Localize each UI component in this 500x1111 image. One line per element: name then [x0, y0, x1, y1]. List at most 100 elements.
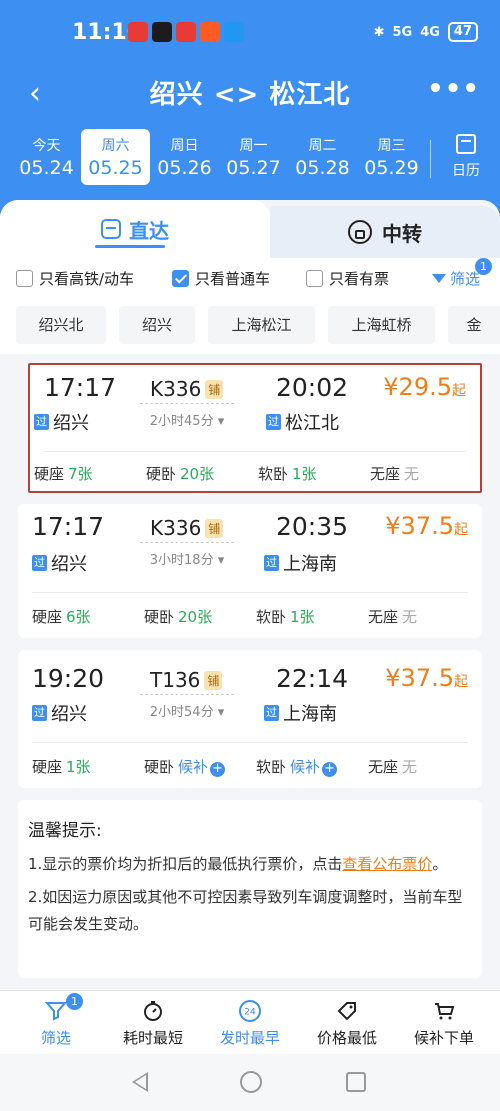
notice-line-1: 1.显示的票价均为折扣后的最低执行票价，点击查看公布票价。: [28, 851, 472, 878]
station-chip[interactable]: 绍兴: [119, 306, 195, 344]
date-item[interactable]: 周三 05.29: [357, 129, 426, 185]
waitlist-order-button[interactable]: 候补下单: [394, 999, 494, 1048]
departure-time: 17:17: [44, 373, 117, 402]
station-chip[interactable]: 绍兴北: [16, 306, 106, 344]
seat-type: 软卧: [258, 465, 289, 483]
from-station-name: 绍兴: [51, 704, 87, 725]
station-chip[interactable]: 金: [448, 306, 500, 344]
date-item-selected[interactable]: 周六 05.25: [81, 129, 150, 185]
system-home-icon[interactable]: [240, 1071, 262, 1093]
date-selector: 今天 05.24 周六 05.25 周日 05.26 周一 05.27 周二 0…: [12, 129, 426, 189]
add-waitlist-icon[interactable]: +: [322, 762, 338, 777]
date-item[interactable]: 周一 05.27: [219, 129, 288, 185]
seat-info: 硬座 7张: [34, 463, 93, 484]
train-card[interactable]: 17:17 K336 铺 2小时45分 ▾ 20:02 ¥29.5起 过绍兴 过松…: [28, 363, 482, 493]
filter-button[interactable]: 筛选 1: [431, 258, 492, 289]
station-chip[interactable]: 上海虹桥: [328, 306, 435, 344]
highspeed-only-checkbox[interactable]: 只看高铁/动车: [16, 268, 134, 289]
duration-text: 2小时45分: [149, 414, 214, 429]
bottom-filter-button[interactable]: 筛选 1: [6, 993, 106, 1048]
to-station-name: 松江北: [285, 413, 339, 434]
price-suffix: 起: [452, 383, 466, 399]
date-weekday: 今天: [32, 138, 61, 154]
departure-time: 17:17: [32, 512, 105, 541]
pass-tag: 过: [32, 705, 47, 721]
train-icon: [101, 219, 121, 239]
normal-only-checkbox[interactable]: 只看普通车: [172, 268, 270, 289]
bluetooth-icon: ✱: [373, 24, 385, 40]
train-card[interactable]: 17:17 K336 铺 3小时18分 ▾ 20:35 ¥37.5起 过绍兴 过上…: [18, 504, 482, 638]
waitlist-label: 候补: [290, 758, 321, 776]
price-suffix: 起: [454, 674, 468, 690]
duration: 3小时18分 ▾: [140, 542, 234, 568]
tab-direct[interactable]: 直达: [0, 200, 270, 258]
train-card[interactable]: 19:20 T136 铺 2小时54分 ▾ 22:14 ¥37.5起 过绍兴 过上…: [18, 650, 482, 788]
arrival-time: 22:14: [276, 664, 349, 693]
station-chip[interactable]: 上海松江: [208, 306, 315, 344]
sleeper-tag: 铺: [204, 671, 223, 690]
battery-icon: 47: [447, 22, 478, 42]
sort-shortest-label: 耗时最短: [122, 1029, 183, 1047]
date-item[interactable]: 今天 05.24: [12, 129, 81, 185]
system-recents-icon[interactable]: [346, 1072, 366, 1092]
seat-count: 无: [402, 758, 418, 776]
filter-badge: 1: [66, 993, 83, 1010]
app-icon: [224, 22, 244, 42]
seat-info[interactable]: 硬卧 候补 +: [144, 756, 226, 777]
seat-info: 硬卧 20张: [146, 463, 214, 484]
to-station-name: 上海南: [283, 704, 337, 725]
sort-earliest-label: 发时最早: [219, 1029, 280, 1047]
tab-transfer-label: 中转: [382, 221, 422, 246]
from-station-name: 绍兴: [51, 554, 87, 575]
seat-count: 20张: [178, 608, 213, 626]
main-panel: 直达 中转 只看高铁/动车 只看普通车 只看有票 筛选 1 绍兴北 绍兴 上海松…: [0, 200, 500, 990]
price-value: ¥37.5: [385, 664, 454, 692]
checkbox-label: 只看有票: [329, 270, 390, 288]
seat-info: 无座无: [370, 463, 419, 484]
seat-count: 1张: [290, 608, 315, 626]
weibo-icon: [128, 22, 148, 42]
notice-line-2: 2.如因运力原因或其他不可控因素导致列车调度调整时，当前车型可能会发生变动。: [28, 888, 463, 933]
divider: [44, 451, 466, 452]
date-weekday: 周三: [377, 138, 406, 154]
system-back-icon[interactable]: [132, 1072, 148, 1092]
price-value: ¥29.5: [383, 373, 452, 401]
duration-text: 3小时18分: [149, 553, 214, 568]
date-day: 05.24: [19, 157, 74, 179]
clock-24-icon: 24: [239, 1000, 261, 1022]
seat-type: 硬座: [32, 758, 63, 776]
train-number-text: K336: [150, 377, 202, 401]
calendar-button[interactable]: 日历: [446, 134, 486, 180]
seat-type: 无座: [368, 758, 399, 776]
sort-earliest-button[interactable]: 24 发时最早: [200, 999, 300, 1048]
seat-info: 软卧 1张: [258, 463, 317, 484]
date-day: 05.26: [157, 157, 212, 179]
seat-type: 硬卧: [144, 758, 175, 776]
price: ¥29.5起: [383, 373, 466, 401]
tab-direct-label: 直达: [129, 218, 169, 243]
funnel-icon: [431, 274, 446, 283]
sort-cheapest-button[interactable]: 价格最低: [297, 999, 397, 1048]
checkbox-icon: [306, 270, 323, 287]
sort-shortest-button[interactable]: 耗时最短: [103, 999, 203, 1048]
price-tag-icon: [337, 1002, 356, 1021]
seat-info: 无座无: [368, 606, 417, 627]
station-chips: 绍兴北 绍兴 上海松江 上海虹桥 金: [0, 302, 500, 354]
date-day: 05.29: [364, 157, 419, 179]
seat-count: 1张: [292, 465, 317, 483]
tab-transfer[interactable]: 中转: [270, 206, 500, 258]
more-dots-icon[interactable]: •••: [427, 74, 480, 104]
seat-info[interactable]: 软卧 候补 +: [256, 756, 338, 777]
seat-type: 软卧: [256, 758, 287, 776]
available-only-checkbox[interactable]: 只看有票: [306, 268, 389, 289]
duration: 2小时54分 ▾: [140, 694, 234, 720]
date-weekday: 周一: [239, 138, 268, 154]
price: ¥37.5起: [385, 512, 468, 540]
seat-type: 无座: [370, 465, 401, 483]
add-waitlist-icon[interactable]: +: [210, 762, 226, 777]
view-published-price-link[interactable]: 查看公布票价: [342, 855, 432, 873]
date-item[interactable]: 周日 05.26: [150, 129, 219, 185]
nav-bar: ‹ 绍兴 <> 松江北 •••: [0, 72, 500, 116]
departure-time: 19:20: [32, 664, 105, 693]
date-item[interactable]: 周二 05.28: [288, 129, 357, 185]
